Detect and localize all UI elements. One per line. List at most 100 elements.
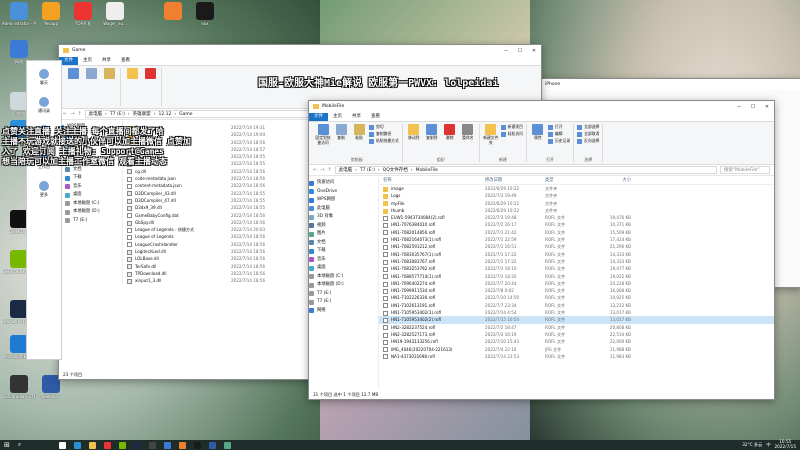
nav-item[interactable]: 视频	[309, 222, 378, 231]
breadcrumb-segment[interactable]: QQ文件存档	[383, 167, 408, 173]
file-row[interactable]: HN1-7105953402(2).rofl 2022/7/15 10:54 ROF…	[379, 316, 774, 324]
nav-item[interactable]: 桌面	[59, 191, 122, 200]
nav-item[interactable]: WPS网盘	[309, 196, 378, 205]
ribbon-button[interactable]: 复制到	[424, 124, 440, 157]
taskbar-app-icon[interactable]	[104, 441, 112, 449]
taskbar-app-icon[interactable]	[149, 441, 157, 449]
breadcrumb-segment[interactable]: Game	[179, 111, 192, 117]
column-date[interactable]: 修改日期	[485, 176, 545, 184]
breadcrumb-segment[interactable]: 此电脑	[89, 111, 103, 117]
taskbar-app-icon[interactable]	[194, 441, 202, 449]
nav-item[interactable]: 网络	[309, 307, 378, 316]
taskbar-app-icon[interactable]	[89, 441, 97, 449]
nav-item[interactable]: 3D 对象	[309, 213, 378, 222]
ribbon-tab-3[interactable]: 查看	[116, 57, 135, 65]
strip-item[interactable]: 通讯录	[38, 97, 50, 114]
ribbon-small-button[interactable]: 轻松访问	[500, 131, 523, 137]
desktop-icon[interactable]: Wager_eu...	[100, 2, 130, 26]
search-icon[interactable]: ⌕	[18, 441, 21, 449]
close-button[interactable]: ✕	[527, 48, 541, 54]
ribbon-small-button[interactable]: 全部取消	[577, 131, 599, 137]
file-row[interactable]: HN1-7083253792.rofl 2022/7/1 18:10 ROFL 文件…	[379, 265, 774, 272]
ribbon-small-button[interactable]: 打开	[547, 124, 570, 130]
file-row[interactable]: Logs 2022/7/3 19:49 文件夹	[379, 192, 774, 199]
ribbon-button[interactable]: 删除	[442, 124, 458, 157]
nav-item[interactable]: 音乐	[309, 256, 378, 265]
ime-indicator[interactable]: 中	[766, 442, 770, 448]
minimize-button[interactable]: ─	[732, 104, 746, 110]
file-row[interactable]: HN1-7088577714(1).rofl 2022/7/1 18:20 ROFL…	[379, 273, 774, 280]
column-name[interactable]: 名称	[379, 176, 485, 184]
breadcrumb-segment[interactable]: T7 (E:)	[360, 167, 375, 173]
paste-button[interactable]	[101, 68, 117, 106]
nav-item[interactable]: 本地磁盘 (D:)	[309, 281, 378, 290]
game-titlebar[interactable]: Game ─ ☐ ✕	[59, 45, 541, 56]
nav-item[interactable]: 文档	[309, 239, 378, 248]
taskbar-app-icon[interactable]	[119, 441, 127, 449]
file-row[interactable]: HN1-7083035767(1).rofl 2022/7/1 17:22 ROFL…	[379, 251, 774, 258]
breadcrumb-segment[interactable]: T7 (E:)	[110, 111, 125, 117]
file-row[interactable]: EUW1-5943734084(2).rofl 2022/7/3 19:48 ROF…	[379, 214, 774, 221]
mobilefile-explorer-window[interactable]: MobileFile ─ ☐ ✕ 文件 主页 共享 查看 固定到快速访问 复制 粘贴 剪切复…	[308, 100, 775, 400]
nav-item[interactable]: 此电脑	[309, 205, 378, 214]
file-row[interactable]: HN1-7105953402(1).rofl 2022/7/14 4:54 ROFL…	[379, 309, 774, 316]
nav-item[interactable]: T7 (E:)	[309, 290, 378, 299]
up-arrow-icon[interactable]: ↑	[327, 167, 331, 173]
strip-item[interactable]: 聊天	[39, 69, 49, 86]
nav-item[interactable]: 本地磁盘 (C:)	[309, 273, 378, 282]
file-row[interactable]: HN1-7082591212.rofl 2022/7/1 16:51 ROFL 文件…	[379, 243, 774, 251]
forward-arrow-icon[interactable]: →	[70, 111, 74, 117]
back-arrow-icon[interactable]: ←	[313, 167, 317, 173]
ribbon-small-button[interactable]: 反向选择	[577, 138, 599, 144]
desktop-icon[interactable]: Administrator - Personal	[2, 2, 36, 26]
taskbar-app-icon[interactable]	[74, 441, 82, 449]
nav-item[interactable]: 下载	[59, 174, 122, 183]
ribbon-button[interactable]: 粘贴	[351, 124, 367, 157]
file-row[interactable]: mpFile 2022/6/29 10:22 文件夹	[379, 200, 774, 207]
iphone-titlebar[interactable]: iPhone	[541, 79, 800, 90]
nav-item[interactable]: T7 (E:)	[59, 217, 122, 226]
close-button[interactable]: ✕	[760, 104, 774, 110]
move-button[interactable]	[124, 68, 140, 106]
desktop-icon[interactable]: TO9开发	[68, 2, 98, 26]
ribbon-tab-2[interactable]: 共享	[347, 113, 366, 121]
file-row[interactable]: HN1-7096402274.rofl 2022/7/7 20:44 ROFL 文件…	[379, 280, 774, 287]
taskbar-app-icon[interactable]	[224, 441, 232, 449]
weather-text[interactable]: 32°C 多云	[742, 442, 762, 448]
ribbon-button[interactable]: 复制	[333, 124, 349, 157]
nav-item[interactable]: 本地磁盘 (C:)	[59, 200, 122, 209]
ribbon-button[interactable]: 属性	[530, 124, 546, 157]
strip-item[interactable]: 更多	[39, 181, 49, 198]
delete-button[interactable]	[142, 68, 158, 106]
ribbon-small-button[interactable]: 编辑	[547, 131, 570, 137]
search-input[interactable]: 搜索"MobileFile"	[720, 166, 770, 174]
copy-button[interactable]	[83, 68, 99, 106]
back-arrow-icon[interactable]: ←	[63, 111, 67, 117]
desktop-icon[interactable]: nox	[190, 2, 220, 26]
ribbon-small-button[interactable]: 复制路径	[369, 131, 399, 137]
ribbon-tab-1[interactable]: 主页	[328, 113, 347, 121]
ribbon-tab-3[interactable]: 查看	[366, 113, 385, 121]
taskbar-app-icon[interactable]	[134, 441, 142, 449]
taskbar-app-icon[interactable]	[59, 441, 67, 449]
file-row[interactable]: HN2-3282237524.rofl 2022/7/2 18:47 ROFL 文件…	[379, 324, 774, 331]
start-icon[interactable]: ⊞	[4, 441, 10, 449]
nav-item[interactable]: 桌面	[309, 264, 378, 273]
nav-item[interactable]: 下载	[309, 247, 378, 256]
minimize-button[interactable]: ─	[499, 48, 513, 54]
maximize-button[interactable]: ☐	[513, 48, 527, 54]
file-row[interactable]: HN1-7099911534.rofl 2022/7/8 0:02 ROFL 文件 1…	[379, 287, 774, 294]
breadcrumb-segment[interactable]: 12.12	[158, 111, 171, 117]
file-row[interactable]: NA1-4373031698.rofl 2022/7/14 23:53 ROFL 文…	[379, 353, 774, 360]
nav-item[interactable]: 音乐	[59, 183, 122, 192]
column-size[interactable]: 大小	[595, 176, 635, 184]
nav-item[interactable]: 快速访问	[309, 179, 378, 188]
breadcrumb-segment[interactable]: MobileFile	[416, 167, 438, 173]
nav-item[interactable]: 图片	[309, 230, 378, 239]
ribbon-tab-2[interactable]: 共享	[97, 57, 116, 65]
file-row[interactable]: HN1-7076384010.rofl 2022/7/2 16:17 ROFL 文件…	[379, 221, 774, 229]
file-row[interactable]: image 2022/6/29 10:22 文件夹	[379, 185, 774, 192]
taskbar-app-icon[interactable]	[209, 441, 217, 449]
ribbon-small-button[interactable]: 粘贴快捷方式	[369, 138, 399, 144]
desktop-icon[interactable]: OBS Studio - 37135	[2, 375, 36, 399]
